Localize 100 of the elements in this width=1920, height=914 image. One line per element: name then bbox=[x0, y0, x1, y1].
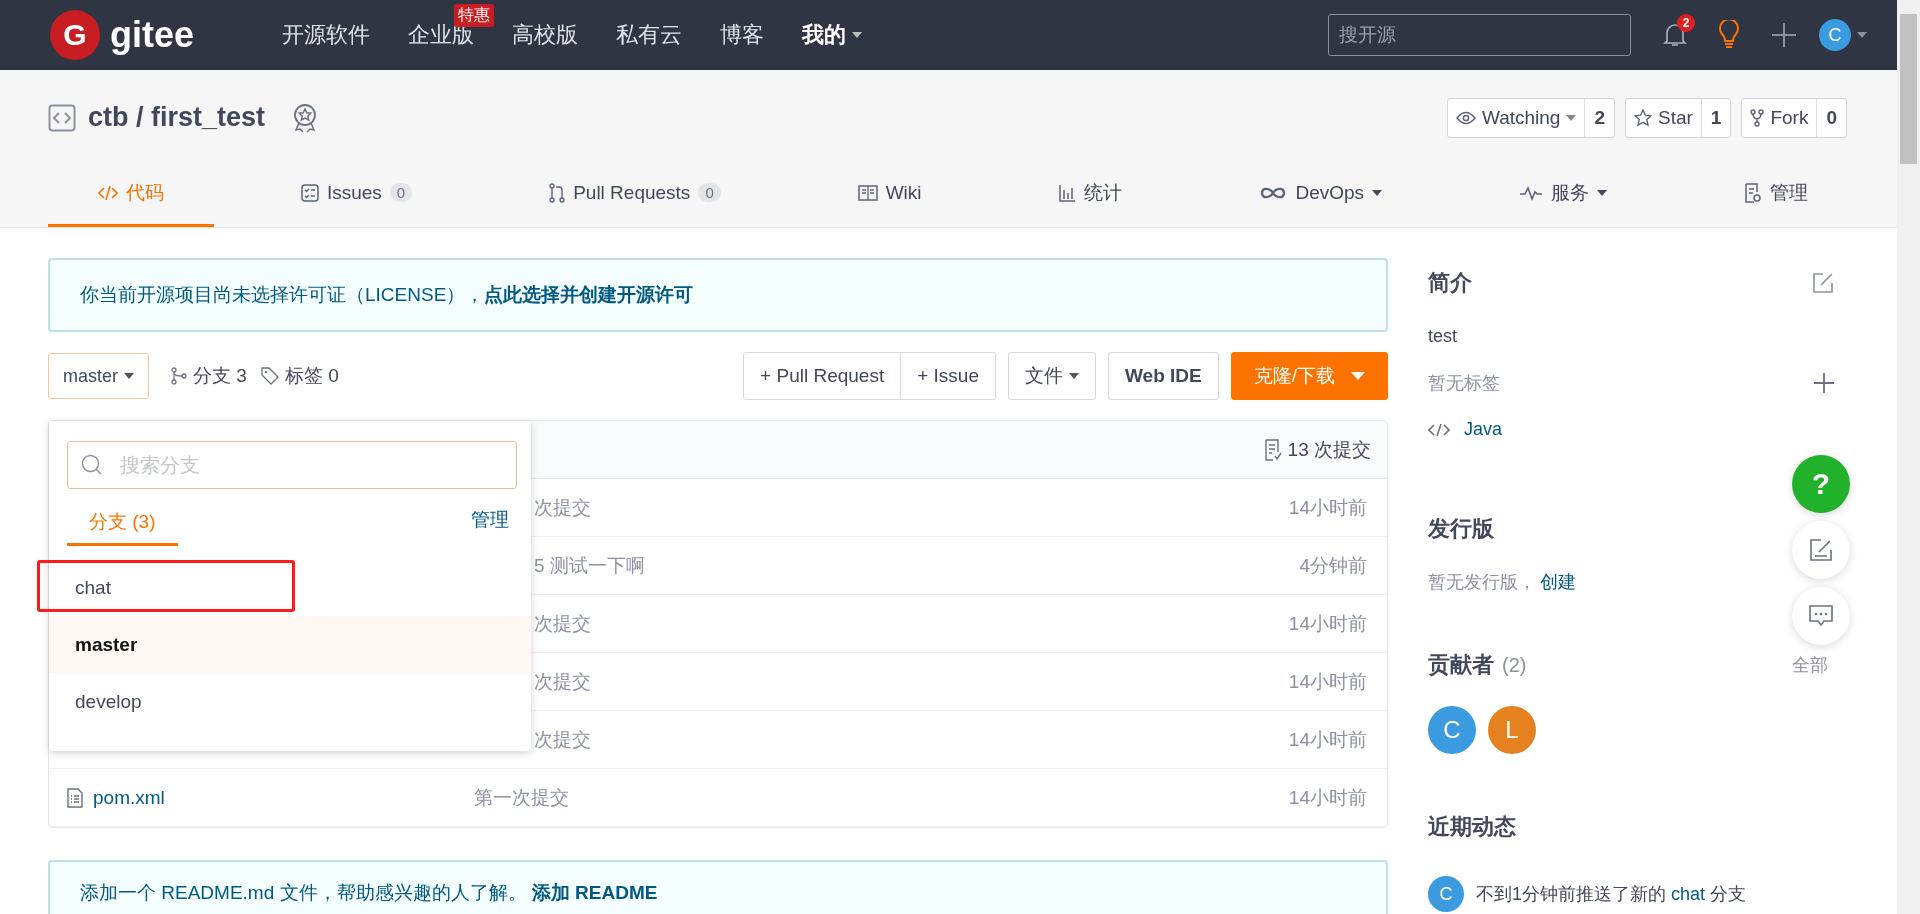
code-icon bbox=[48, 103, 76, 132]
repo-title[interactable]: ctb / first_test bbox=[88, 102, 266, 134]
commit-time: 14小时前 bbox=[1288, 785, 1368, 810]
section-heading: 贡献者 bbox=[1428, 651, 1494, 679]
commit-time: 14小时前 bbox=[1288, 495, 1368, 520]
edit-icon bbox=[1809, 538, 1833, 562]
branch-search-field[interactable]: 搜索分支 bbox=[67, 441, 517, 489]
nav-link[interactable]: 我的 bbox=[802, 20, 863, 50]
branch-item[interactable]: chat bbox=[49, 559, 531, 616]
caret-icon bbox=[852, 32, 863, 38]
repo-action-button[interactable]: Fork 0 bbox=[1741, 97, 1847, 138]
action-label: Watching bbox=[1481, 106, 1561, 129]
feedback-button[interactable] bbox=[1792, 521, 1850, 579]
repo-tab[interactable]: DevOps bbox=[1209, 161, 1433, 227]
nav-link[interactable]: 开源软件 bbox=[282, 20, 371, 50]
commit-count[interactable]: 13 次提交 bbox=[1287, 436, 1371, 463]
action-label: Fork bbox=[1770, 106, 1809, 129]
repo-action-button[interactable]: Star 1 bbox=[1625, 97, 1732, 138]
infinity-icon bbox=[1259, 185, 1288, 200]
code-icon bbox=[98, 183, 118, 202]
language-link[interactable]: Java bbox=[1464, 419, 1503, 440]
nav-link[interactable]: 高校版 bbox=[512, 20, 579, 50]
action-label: Star bbox=[1658, 106, 1693, 129]
commit-time: 14小时前 bbox=[1288, 727, 1368, 752]
repo-tab[interactable]: Wiki bbox=[807, 161, 972, 227]
star-icon bbox=[1634, 108, 1652, 127]
license-link[interactable]: 点此选择并创建开源许可 bbox=[484, 284, 694, 305]
plus-icon[interactable] bbox=[1771, 22, 1797, 48]
readme-link[interactable]: 添加 README bbox=[531, 882, 658, 903]
bar-chart-icon bbox=[1058, 183, 1077, 202]
caret-icon bbox=[1597, 189, 1607, 196]
commit-log-icon bbox=[1263, 438, 1282, 461]
caret-icon bbox=[1566, 114, 1577, 121]
no-releases-text: 暂无发行版， bbox=[1428, 572, 1536, 592]
branch-icon bbox=[171, 367, 187, 385]
section-heading: 简介 bbox=[1428, 269, 1472, 297]
tag-count[interactable]: 标签 0 bbox=[284, 363, 339, 389]
checklist-icon bbox=[300, 183, 319, 202]
repo-tab[interactable]: 统计 bbox=[1008, 161, 1173, 227]
tag-icon bbox=[260, 367, 279, 385]
code-icon bbox=[1428, 422, 1450, 437]
merge-icon bbox=[549, 182, 566, 203]
create-link[interactable]: 创建 bbox=[1540, 572, 1577, 592]
action-count: 0 bbox=[1825, 105, 1838, 130]
caret-icon bbox=[1069, 373, 1079, 379]
branch-count[interactable]: 分支 3 bbox=[193, 363, 247, 389]
scrollbar-thumb[interactable] bbox=[1900, 14, 1917, 164]
action-count: 1 bbox=[1709, 105, 1723, 130]
repo-tab[interactable]: Issues 0 bbox=[250, 161, 463, 227]
repo-tab[interactable]: Pull Requests 0 bbox=[499, 161, 771, 227]
chat-button[interactable] bbox=[1792, 587, 1850, 645]
promo-badge: 特惠 bbox=[454, 4, 495, 27]
caret-icon bbox=[1351, 372, 1365, 380]
issue-button[interactable]: + Issue bbox=[901, 352, 996, 400]
branch-item[interactable]: master bbox=[49, 616, 531, 673]
branch-dropdown[interactable]: master bbox=[48, 353, 149, 399]
book-icon bbox=[857, 184, 878, 201]
plus-icon[interactable] bbox=[1814, 373, 1834, 393]
repo-tab[interactable]: 服务 bbox=[1469, 161, 1657, 227]
branch-item[interactable]: develop bbox=[49, 673, 531, 730]
nav-link[interactable]: 博客 bbox=[720, 20, 765, 50]
web-ide-button[interactable]: Web IDE bbox=[1108, 352, 1219, 400]
caret-icon bbox=[1857, 32, 1867, 38]
fork-icon bbox=[1750, 108, 1765, 127]
notification-badge: 2 bbox=[1677, 14, 1695, 32]
readme-notice: 添加一个 README.md 文件，帮助感兴趣的人了解。 添加 README bbox=[48, 860, 1388, 914]
manage-link[interactable]: 管理 bbox=[471, 507, 509, 533]
repo-action-button[interactable]: Watching 2 bbox=[1446, 97, 1615, 138]
file-icon bbox=[67, 787, 83, 808]
chat-icon bbox=[1808, 604, 1834, 628]
repo-tab[interactable]: 管理 bbox=[1693, 161, 1858, 227]
repo-description: test bbox=[1428, 326, 1458, 347]
section-heading: 近期动态 bbox=[1428, 813, 1517, 841]
count-badge: 0 bbox=[389, 183, 413, 203]
activity-text: 不到1分钟前推送了新的 chat 分支 bbox=[1476, 883, 1747, 906]
commit-time: 14小时前 bbox=[1288, 611, 1368, 636]
commit-time: 14小时前 bbox=[1288, 669, 1368, 694]
file-link[interactable]: pom.xml bbox=[93, 786, 165, 809]
eye-icon bbox=[1455, 110, 1476, 125]
license-notice: 你当前开源项目尚未选择许可证（LICENSE），点此选择并创建开源许可 bbox=[48, 258, 1388, 332]
logo-mark[interactable]: G bbox=[50, 10, 100, 60]
search-field[interactable]: 搜开源 bbox=[1328, 14, 1631, 56]
caret-icon bbox=[1372, 189, 1383, 196]
no-tags-text: 暂无标签 bbox=[1428, 372, 1500, 395]
nav-link[interactable]: 私有云 bbox=[616, 20, 683, 50]
pulse-icon bbox=[1519, 184, 1543, 201]
lightbulb-icon[interactable] bbox=[1717, 20, 1741, 50]
logo-text[interactable]: gitee bbox=[110, 14, 195, 56]
action-count: 2 bbox=[1593, 105, 1606, 130]
document-gear-icon bbox=[1743, 182, 1762, 203]
scrollbar[interactable] bbox=[1897, 0, 1920, 914]
file-menu-button[interactable]: 文件 bbox=[1008, 352, 1096, 400]
contributor-count: (2) bbox=[1502, 653, 1527, 677]
pull-request-button[interactable]: + Pull Request bbox=[743, 352, 902, 400]
branch-link[interactable]: chat bbox=[1671, 884, 1706, 904]
search-icon bbox=[81, 454, 103, 476]
edit-icon[interactable] bbox=[1812, 272, 1834, 294]
section-heading: 发行版 bbox=[1428, 515, 1495, 543]
count-badge: 0 bbox=[698, 183, 721, 203]
caret-icon bbox=[124, 373, 134, 379]
